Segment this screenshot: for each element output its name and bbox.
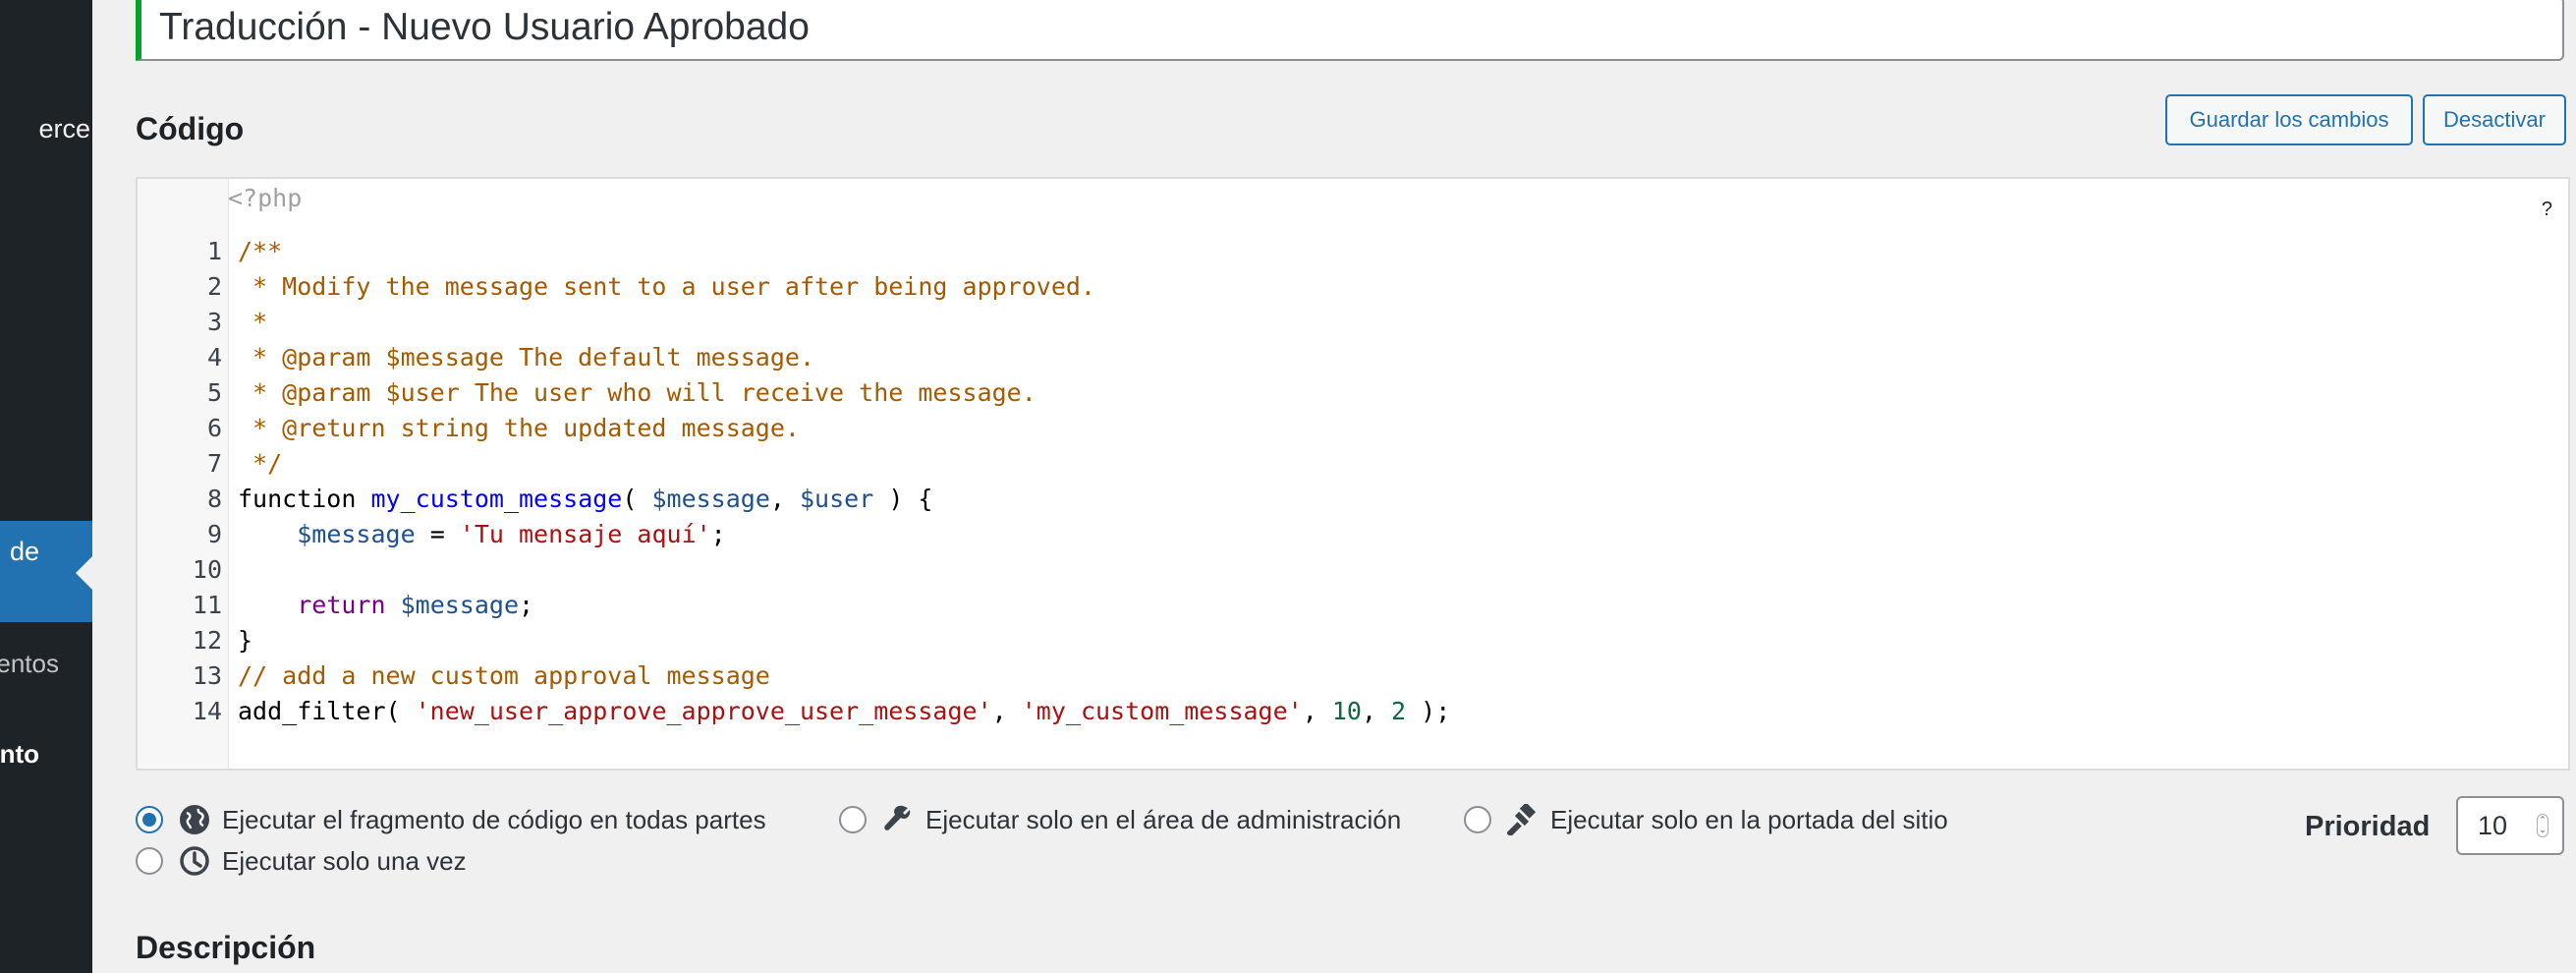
hammer-icon <box>1505 802 1540 837</box>
radio-button[interactable] <box>839 806 867 833</box>
code-line[interactable]: 14 add_filter( 'new_user_approve_approve_… <box>138 694 2568 729</box>
code-line[interactable]: 3 * <box>138 305 2568 340</box>
line-number: 13 <box>192 661 222 690</box>
code-text: function my_custom_message( $message, $u… <box>238 485 933 513</box>
code-line[interactable]: 9 $message = 'Tu mensaje aquí'; <box>138 517 2568 552</box>
sidebar-subitem-2[interactable]: nto <box>0 739 92 774</box>
run-option-label: Ejecutar solo en la portada del sitio <box>1550 804 1948 834</box>
priority-label: Prioridad <box>2305 811 2431 842</box>
code-text: * <box>238 308 268 336</box>
code-lines: 1 /** 2 * Modify the message sent to a use… <box>138 234 2568 729</box>
code-line[interactable]: 5 * @param $user The user who will recei… <box>138 375 2568 411</box>
code-line[interactable]: 6 * @return string the updated message. <box>138 411 2568 446</box>
priority-input[interactable]: 10 ⌃ ⌄ <box>2456 796 2564 855</box>
code-text: /** <box>238 237 283 265</box>
radio-button[interactable] <box>136 847 163 875</box>
globe-icon <box>177 802 212 837</box>
sidebar-item-label: de <box>9 537 39 566</box>
run-option-label: Ejecutar solo una vez <box>222 845 467 876</box>
active-menu-pointer <box>76 556 92 590</box>
code-line[interactable]: 8 function my_custom_message( $message, $… <box>138 482 2568 517</box>
code-editor[interactable]: <?php ? 1 /** 2 * Modify the message sent … <box>136 177 2570 771</box>
code-text: // add a new custom approval message <box>238 661 770 690</box>
sidebar-item-label: nto <box>0 739 39 769</box>
line-number: 5 <box>206 378 222 407</box>
line-number: 9 <box>206 520 222 548</box>
php-open-tag: <?php <box>228 184 303 212</box>
line-number: 12 <box>192 626 222 655</box>
sidebar-item-label: erce <box>38 114 90 143</box>
help-button[interactable]: ? <box>2542 199 2552 221</box>
code-section-heading: Código <box>136 111 245 146</box>
run-option-label: Ejecutar solo en el área de administraci… <box>925 804 1402 834</box>
run-option-everywhere[interactable]: Ejecutar el fragmento de código en todas… <box>136 800 766 839</box>
sidebar-subitem-1[interactable]: entos <box>0 649 92 684</box>
line-number: 1 <box>206 237 222 265</box>
run-option-admin-only[interactable]: Ejecutar solo en el área de administraci… <box>839 800 1401 839</box>
run-option-once[interactable]: Ejecutar solo una vez <box>136 841 467 881</box>
code-text: * Modify the message sent to a user afte… <box>238 272 1095 301</box>
code-line[interactable]: 4 * @param $message The default message. <box>138 340 2568 375</box>
line-number: 7 <box>206 449 222 478</box>
code-text: * @param $message The default message. <box>238 343 814 372</box>
line-number: 4 <box>206 343 222 372</box>
code-line[interactable]: 1 /** <box>138 234 2568 269</box>
radio-button[interactable] <box>1464 806 1491 833</box>
code-text: $message = 'Tu mensaje aquí'; <box>297 520 726 548</box>
save-changes-button[interactable]: Guardar los cambios <box>2165 94 2413 145</box>
line-number: 8 <box>206 485 222 513</box>
run-option-frontend-only[interactable]: Ejecutar solo en la portada del sitio <box>1464 800 1948 839</box>
sidebar-item-label: entos <box>0 649 59 678</box>
code-text: return $message; <box>297 591 534 619</box>
line-number: 14 <box>192 697 222 725</box>
priority-value: 10 <box>2478 811 2508 840</box>
code-text: */ <box>238 449 283 478</box>
run-option-label: Ejecutar el fragmento de código en todas… <box>222 804 766 834</box>
code-line[interactable]: 13 // add a new custom approval message <box>138 658 2568 694</box>
code-text: } <box>238 626 253 655</box>
line-number: 11 <box>192 591 222 619</box>
description-heading: Descripción <box>136 930 316 965</box>
wrench-icon <box>880 802 916 837</box>
priority-spinner[interactable]: ⌃ ⌄ <box>2537 814 2548 837</box>
line-number: 10 <box>192 555 222 584</box>
code-text: * @return string the updated message. <box>238 414 800 442</box>
radio-button[interactable] <box>136 806 163 833</box>
clock-icon <box>177 843 212 879</box>
code-text: * @param $user The user who will receive… <box>238 378 1036 407</box>
line-number: 2 <box>206 272 222 301</box>
code-text: add_filter( 'new_user_approve_approve_us… <box>238 697 1451 725</box>
sidebar-item-code-snippets[interactable]: de <box>0 521 92 622</box>
code-line[interactable]: 10 <box>138 552 2568 588</box>
line-number: 3 <box>206 308 222 336</box>
snippet-title-input[interactable]: Traducción - Nuevo Usuario Aprobado <box>136 0 2564 61</box>
code-line[interactable]: 2 * Modify the message sent to a user af… <box>138 269 2568 305</box>
sidebar-item-woocommerce[interactable]: erce <box>0 114 92 153</box>
deactivate-button[interactable]: Desactivar <box>2423 94 2566 145</box>
code-line[interactable]: 7 */ <box>138 446 2568 482</box>
line-number: 6 <box>206 414 222 442</box>
code-line[interactable]: 11 return $message; <box>138 588 2568 623</box>
admin-sidebar: erce de entos nto <box>0 0 92 973</box>
code-line[interactable]: 12} <box>138 623 2568 658</box>
